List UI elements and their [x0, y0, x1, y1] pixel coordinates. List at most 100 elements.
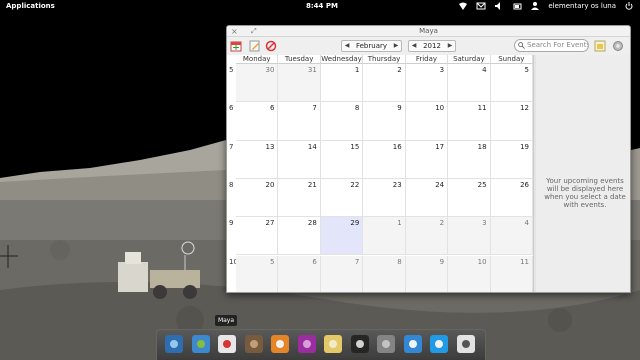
- previous-month-button[interactable]: ◀: [342, 41, 352, 51]
- events-sidebar: Your upcoming events will be displayed h…: [536, 55, 630, 292]
- mail-icon[interactable]: [476, 1, 486, 11]
- day-cell[interactable]: 25: [448, 178, 491, 218]
- week-number: 8: [229, 180, 234, 189]
- day-cell[interactable]: 9: [405, 255, 449, 292]
- day-cell[interactable]: 21: [278, 178, 321, 218]
- delete-icon[interactable]: [265, 40, 277, 52]
- day-cell[interactable]: 10: [405, 102, 449, 141]
- week-number: 5: [229, 66, 234, 74]
- day-cell[interactable]: 2: [405, 217, 449, 256]
- bird-icon[interactable]: [429, 334, 449, 354]
- day-cell[interactable]: 18: [448, 140, 491, 179]
- day-cell[interactable]: 3: [448, 217, 491, 256]
- day-cell[interactable]: 7: [278, 102, 321, 141]
- month-label: February: [355, 42, 388, 50]
- network-icon[interactable]: [458, 1, 468, 11]
- week-number: 6: [229, 104, 234, 113]
- day-header-friday: Friday: [405, 55, 449, 64]
- search-icon: [518, 42, 525, 49]
- day-header-thursday: Thursday: [363, 55, 406, 64]
- day-cell[interactable]: 31: [278, 64, 321, 103]
- year-selector: ◀ 2012 ▶: [408, 40, 456, 52]
- next-month-button[interactable]: ▶: [391, 41, 401, 51]
- calendar-icon[interactable]: [217, 334, 237, 354]
- dock: [156, 329, 486, 360]
- edit-icon[interactable]: [249, 40, 261, 52]
- day-cell[interactable]: 23: [363, 178, 406, 218]
- maya-window: × ⤢ Maya ◀ February ▶ ◀ 2012 ▶ Search Fo…: [226, 25, 631, 293]
- year-label: 2012: [423, 42, 441, 50]
- day-cell[interactable]: 20: [236, 178, 279, 218]
- battery-icon[interactable]: [512, 1, 522, 11]
- window-titlebar[interactable]: × ⤢ Maya: [227, 26, 630, 37]
- switchboard-icon[interactable]: [376, 334, 396, 354]
- day-cell[interactable]: 26: [490, 178, 533, 218]
- day-cell[interactable]: 30: [236, 64, 279, 103]
- applications-menu[interactable]: Applications: [6, 2, 55, 10]
- volume-icon[interactable]: [494, 1, 504, 11]
- notebook-icon[interactable]: [297, 334, 317, 354]
- mail-icon[interactable]: [323, 334, 343, 354]
- user-icon[interactable]: [530, 1, 540, 11]
- day-cell[interactable]: 4: [448, 64, 491, 103]
- day-header-sunday: Sunday: [490, 55, 533, 64]
- today-icon[interactable]: [594, 40, 606, 52]
- day-cell[interactable]: 6: [278, 255, 321, 292]
- add-calendar-icon[interactable]: [230, 40, 242, 52]
- day-cell[interactable]: 10: [448, 255, 491, 292]
- day-cell[interactable]: 2: [363, 64, 406, 103]
- day-cell[interactable]: 5: [490, 64, 533, 103]
- browser-icon[interactable]: [191, 334, 211, 354]
- day-cell[interactable]: 3: [405, 64, 449, 103]
- day-cell[interactable]: 11: [490, 255, 533, 292]
- text-editor-icon[interactable]: [456, 334, 476, 354]
- day-header-monday: Monday: [236, 55, 279, 64]
- day-cell[interactable]: 11: [448, 102, 491, 141]
- search-placeholder: Search For Events: [527, 41, 589, 49]
- power-icon[interactable]: [624, 1, 634, 11]
- day-cell[interactable]: 12: [490, 102, 533, 141]
- day-cell[interactable]: 24: [405, 178, 449, 218]
- day-cell[interactable]: 13: [236, 140, 279, 179]
- top-panel: Applications 8:44 PM elementary os luna: [0, 0, 640, 13]
- day-cell[interactable]: 15: [320, 140, 364, 179]
- indicator-area: elementary os luna: [458, 1, 634, 11]
- day-header-wednesday: Wednesday: [320, 55, 364, 64]
- month-calendar-grid: Monday Tuesday Wednesday Thursday Friday Satu…: [227, 55, 533, 292]
- day-cell[interactable]: 28: [278, 217, 321, 256]
- day-cell[interactable]: 1: [320, 64, 364, 103]
- download-icon[interactable]: [403, 334, 423, 354]
- terminal-icon[interactable]: [350, 334, 370, 354]
- day-cell[interactable]: 4: [490, 217, 533, 256]
- anchor-icon[interactable]: [164, 334, 184, 354]
- day-cell[interactable]: 16: [363, 140, 406, 179]
- day-cell[interactable]: 1: [363, 217, 406, 256]
- day-cell[interactable]: 14: [278, 140, 321, 179]
- day-cell[interactable]: 5: [236, 255, 279, 292]
- day-cell[interactable]: 22: [320, 178, 364, 218]
- contacts-icon[interactable]: [244, 334, 264, 354]
- previous-year-button[interactable]: ◀: [409, 41, 419, 51]
- day-cell[interactable]: 8: [363, 255, 406, 292]
- day-cell[interactable]: 27: [236, 217, 279, 256]
- window-title: Maya: [419, 27, 438, 35]
- user-name[interactable]: elementary os luna: [548, 2, 616, 10]
- day-cell[interactable]: 7: [320, 255, 364, 292]
- day-cell-selected[interactable]: 29: [320, 217, 364, 256]
- day-cell[interactable]: 19: [490, 140, 533, 179]
- music-icon[interactable]: [270, 334, 290, 354]
- day-cell[interactable]: 6: [236, 102, 279, 141]
- week-number: 7: [229, 142, 234, 151]
- toolbar: ◀ February ▶ ◀ 2012 ▶ Search For Events: [227, 37, 630, 55]
- day-header-tuesday: Tuesday: [278, 55, 321, 64]
- week-number: 9: [229, 219, 234, 228]
- day-cell[interactable]: 9: [363, 102, 406, 141]
- settings-icon[interactable]: [612, 40, 624, 52]
- day-cell[interactable]: 8: [320, 102, 364, 141]
- day-cell[interactable]: 17: [405, 140, 449, 179]
- next-year-button[interactable]: ▶: [445, 41, 455, 51]
- dock-tooltip: Maya: [215, 315, 237, 326]
- clock[interactable]: 8:44 PM: [306, 2, 338, 10]
- search-input[interactable]: Search For Events: [514, 39, 589, 52]
- upcoming-events-message: Your upcoming events will be displayed h…: [544, 177, 626, 209]
